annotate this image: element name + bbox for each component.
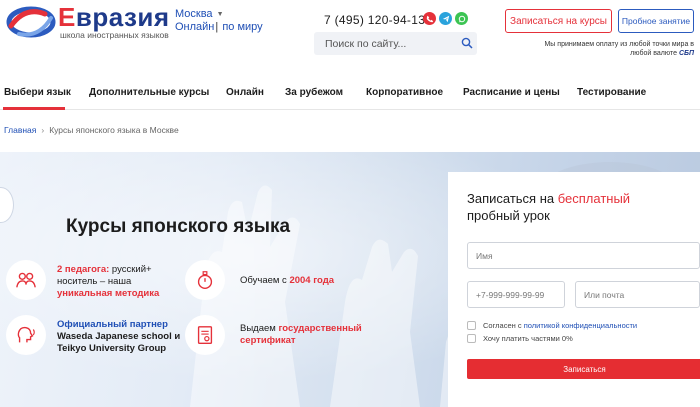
brand-tagline: школа иностранных языков xyxy=(60,30,169,40)
nav-item-corporate[interactable]: Корпоративное xyxy=(366,87,443,98)
feature-partner: Официальный партнер Waseda Japanese schoo… xyxy=(57,319,181,354)
privacy-checkbox[interactable] xyxy=(467,321,476,330)
enroll-button[interactable]: Записаться на курсы xyxy=(505,9,612,33)
form-title: Записаться на бесплатный пробный урок xyxy=(467,191,631,223)
main-nav: Выбери язык Дополнительные курсы Онлайн … xyxy=(0,78,700,110)
trial-signup-form: Записаться на бесплатныйпробный урок Сог… xyxy=(448,172,700,407)
speaking-head-icon xyxy=(6,315,46,355)
breadcrumb-home[interactable]: Главная xyxy=(4,125,36,135)
name-field[interactable] xyxy=(467,242,700,269)
phone-number[interactable]: 7 (495) 120-94-13 xyxy=(324,13,425,27)
search-icon[interactable] xyxy=(461,37,473,49)
nav-active-indicator xyxy=(3,107,65,110)
nav-item-online[interactable]: Онлайн xyxy=(226,87,264,98)
logo-icon[interactable] xyxy=(5,4,57,40)
chevron-right-icon: › xyxy=(41,125,45,135)
feature-teachers: 2 педагога: русский+ носитель – наша уни… xyxy=(57,264,160,299)
breadcrumb-current: Курсы японского языка в Москве xyxy=(49,125,179,135)
search-input[interactable] xyxy=(314,32,454,55)
certificate-icon xyxy=(185,315,225,355)
installments-checkbox[interactable] xyxy=(467,334,476,343)
privacy-label: Согласен с политикой конфиденциальности xyxy=(483,321,638,330)
submit-button[interactable]: Записаться xyxy=(467,359,700,379)
world-link[interactable]: по миру xyxy=(222,21,262,33)
breadcrumb: Главная › Курсы японского языка в Москве xyxy=(4,125,179,135)
email-field[interactable] xyxy=(575,281,700,308)
feature-since-year: Обучаем с 2004 года xyxy=(240,275,335,286)
feature-certificate: Выдаем государственный сертификат xyxy=(240,323,362,346)
payment-note: Мы принимаем оплату из любой точки мира … xyxy=(544,41,694,57)
whatsapp-icon[interactable] xyxy=(455,12,468,25)
mode-links: Онлайн| по миру xyxy=(175,21,263,33)
site-header: Евразия школа иностранных языков Москва ▼… xyxy=(0,0,700,78)
phone-field[interactable] xyxy=(467,281,565,308)
nav-item-testing[interactable]: Тестирование xyxy=(577,87,646,98)
online-link[interactable]: Онлайн xyxy=(175,21,214,33)
search-box xyxy=(314,32,477,55)
city-selector[interactable]: Москва ▼ xyxy=(175,8,224,20)
nav-item-choose-language[interactable]: Выбери язык xyxy=(4,87,71,98)
trial-lesson-button[interactable]: Пробное занятие xyxy=(618,9,694,33)
phone-call-icon[interactable] xyxy=(423,12,436,25)
sbp-logo: СБП xyxy=(678,50,694,57)
nav-item-additional-courses[interactable]: Дополнительные курсы xyxy=(89,87,209,98)
brand-name[interactable]: Евразия xyxy=(58,2,170,33)
chevron-down-icon: ▼ xyxy=(216,11,224,18)
nav-item-abroad[interactable]: За рубежом xyxy=(285,87,343,98)
page-title: Курсы японского языка xyxy=(66,216,291,237)
stopwatch-icon xyxy=(185,260,225,300)
nav-item-schedule-prices[interactable]: Расписание и цены xyxy=(463,87,560,98)
teachers-icon xyxy=(6,260,46,300)
installments-label: Хочу платить частями 0% xyxy=(483,334,573,343)
privacy-policy-link[interactable]: политикой конфиденциальности xyxy=(524,321,637,330)
telegram-icon[interactable] xyxy=(439,12,452,25)
